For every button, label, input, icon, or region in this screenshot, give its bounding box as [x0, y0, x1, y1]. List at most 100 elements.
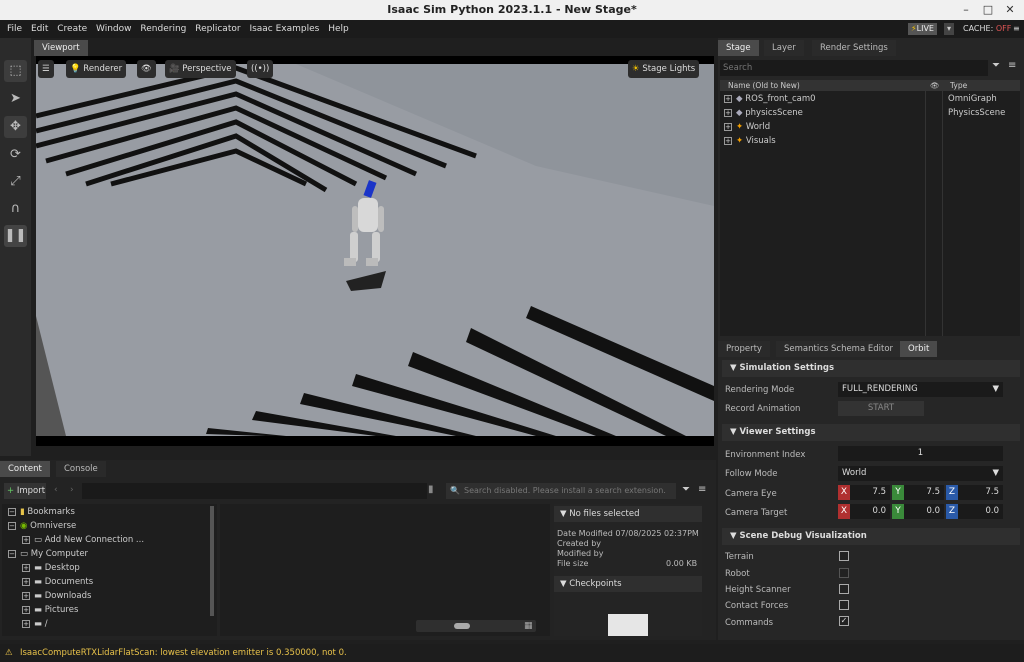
menu-help[interactable]: Help: [325, 20, 352, 38]
tree-pictures[interactable]: + ▬ Pictures: [22, 604, 78, 616]
pointer-icon[interactable]: ➤: [4, 88, 27, 110]
environment-index-field[interactable]: 1: [838, 446, 1003, 461]
tree-omniverse[interactable]: − ◉ Omniverse: [8, 520, 76, 532]
record-broadcast-icon[interactable]: ((•)): [247, 60, 274, 78]
stage-item-world[interactable]: + ✦ World: [724, 121, 770, 133]
camera-button[interactable]: 🎥 Perspective: [165, 60, 236, 78]
grid-view-icon[interactable]: ▦: [524, 621, 533, 631]
camera-eye-y[interactable]: 7.5: [904, 485, 944, 500]
name-column-header[interactable]: Name (Old to New): [728, 80, 800, 91]
stage-item-visuals[interactable]: + ✦ Visuals: [724, 135, 776, 147]
rendering-mode-select[interactable]: FULL_RENDERING ▼: [838, 382, 1003, 397]
tree-my-computer[interactable]: − ▭ My Computer: [8, 548, 88, 560]
debug-robot-label: Robot: [725, 569, 750, 579]
tree-documents[interactable]: + ▬ Documents: [22, 576, 93, 588]
live-dropdown-chevron-icon[interactable]: ▾: [944, 23, 955, 35]
import-button[interactable]: + Import: [4, 483, 46, 499]
follow-mode-select[interactable]: World ▼: [838, 466, 1003, 481]
hamburger-menu-icon[interactable]: ≡: [1010, 23, 1023, 35]
debug-robot-checkbox[interactable]: [839, 568, 849, 578]
file-info-panel: ▼ No files selected Date Modified 07/08/…: [554, 504, 702, 636]
tab-orbit[interactable]: Orbit: [900, 341, 938, 357]
y-axis-label: Y: [892, 504, 904, 519]
stage-search-input[interactable]: [720, 60, 988, 76]
zoom-slider[interactable]: [416, 620, 536, 632]
live-button[interactable]: ⚡LIVE: [908, 23, 937, 35]
debug-terrain-checkbox[interactable]: [839, 551, 849, 561]
stage-options-icon[interactable]: ≡: [1008, 60, 1016, 71]
forward-arrow-icon[interactable]: ›: [70, 485, 74, 495]
tree-desktop[interactable]: + ▬ Desktop: [22, 562, 80, 574]
tree-bookmarks[interactable]: − ▮ Bookmarks: [8, 506, 75, 518]
camera-target-z[interactable]: 0.0: [958, 504, 1003, 519]
chevron-down-icon: ▼: [992, 384, 999, 394]
file-list[interactable]: ▦: [220, 504, 550, 636]
minimize-button[interactable]: –: [958, 2, 974, 18]
snap-magnet-icon[interactable]: ∩: [4, 198, 27, 220]
back-arrow-icon[interactable]: ‹: [54, 485, 58, 495]
debug-contact-forces-checkbox[interactable]: [839, 600, 849, 610]
tree-root[interactable]: + ▬ /: [22, 618, 48, 630]
type-column-header[interactable]: Type: [950, 80, 967, 91]
tab-semantics-schema-editor[interactable]: Semantics Schema Editor: [776, 341, 902, 357]
rotate-icon[interactable]: ⟳: [4, 144, 27, 166]
viewer-settings-header[interactable]: ▼ Viewer Settings: [722, 424, 1020, 441]
camera-eye-x[interactable]: 7.5: [850, 485, 890, 500]
stage-lights-button[interactable]: ☀ Stage Lights: [628, 60, 700, 78]
viewport-settings-icon[interactable]: ☰: [38, 60, 54, 78]
menu-rendering[interactable]: Rendering: [137, 20, 189, 38]
menu-file[interactable]: File: [4, 20, 25, 38]
simulation-settings-header[interactable]: ▼ Simulation Settings: [722, 360, 1020, 377]
pause-icon[interactable]: ❚❚: [4, 225, 27, 247]
maximize-button[interactable]: □: [980, 2, 996, 18]
visibility-eye-icon[interactable]: 👁: [137, 60, 156, 78]
tab-stage[interactable]: Stage: [718, 40, 759, 56]
menu-edit[interactable]: Edit: [28, 20, 51, 38]
file-info-header[interactable]: ▼ No files selected: [554, 506, 702, 522]
close-button[interactable]: ✕: [1002, 2, 1018, 18]
menu-replicator[interactable]: Replicator: [192, 20, 243, 38]
content-options-icon[interactable]: ≡: [698, 484, 706, 495]
checkpoints-header[interactable]: ▼ Checkpoints: [554, 576, 702, 592]
tab-render-settings[interactable]: Render Settings: [812, 40, 896, 56]
tree-downloads[interactable]: + ▬ Downloads: [22, 590, 91, 602]
renderer-button[interactable]: 💡 Renderer: [66, 60, 127, 78]
move-icon[interactable]: ✥: [4, 116, 27, 138]
cache-status[interactable]: CACHE: OFF: [960, 23, 1014, 35]
x-axis-label: X: [838, 504, 850, 519]
scale-icon[interactable]: ⤢: [4, 171, 27, 193]
content-filter-icon[interactable]: ⏷: [682, 484, 690, 495]
menu-window[interactable]: Window: [93, 20, 135, 38]
content-search-input[interactable]: 🔍 Search disabled. Please install a searc…: [446, 483, 676, 499]
eye-column-icon[interactable]: 👁: [930, 80, 940, 91]
tab-property[interactable]: Property: [718, 341, 770, 357]
tree-scrollbar[interactable]: [210, 506, 214, 616]
tree-add-connection[interactable]: + ▭ Add New Connection ...: [22, 534, 144, 546]
menu-isaac-examples[interactable]: Isaac Examples: [246, 20, 322, 38]
scene-debug-visualization-header[interactable]: ▼ Scene Debug Visualization: [722, 528, 1020, 545]
zoom-slider-handle[interactable]: [454, 623, 470, 629]
camera-target-y[interactable]: 0.0: [904, 504, 944, 519]
menu-create[interactable]: Create: [54, 20, 90, 38]
tab-layer[interactable]: Layer: [764, 40, 804, 56]
start-record-button[interactable]: START: [838, 401, 924, 416]
omniverse-icon: ◉: [20, 521, 28, 531]
camera-eye-z[interactable]: 7.5: [958, 485, 1003, 500]
plus-icon: +: [7, 486, 15, 496]
stage-item-ros-front-cam[interactable]: + ◆ ROS_front_cam0: [724, 93, 816, 105]
viewport-canvas[interactable]: [36, 56, 714, 446]
bookmark-icon[interactable]: ▮: [428, 484, 434, 495]
tab-content[interactable]: Content: [0, 461, 50, 477]
sun-icon: ☀: [632, 64, 640, 74]
select-mode-icon[interactable]: ⬚: [4, 60, 27, 82]
tab-console[interactable]: Console: [56, 461, 106, 477]
tab-viewport[interactable]: Viewport: [34, 40, 88, 56]
camera-target-label: Camera Target: [725, 508, 788, 518]
status-bar: ⚠ IsaacComputeRTXLidarFlatScan: lowest e…: [0, 644, 1024, 662]
filter-icon[interactable]: ⏷: [992, 60, 1000, 71]
debug-height-scanner-checkbox[interactable]: [839, 584, 849, 594]
path-input[interactable]: [82, 483, 427, 499]
camera-target-x[interactable]: 0.0: [850, 504, 890, 519]
stage-item-physics-scene[interactable]: + ◆ physicsScene: [724, 107, 803, 119]
debug-commands-checkbox[interactable]: ✓: [839, 616, 849, 626]
